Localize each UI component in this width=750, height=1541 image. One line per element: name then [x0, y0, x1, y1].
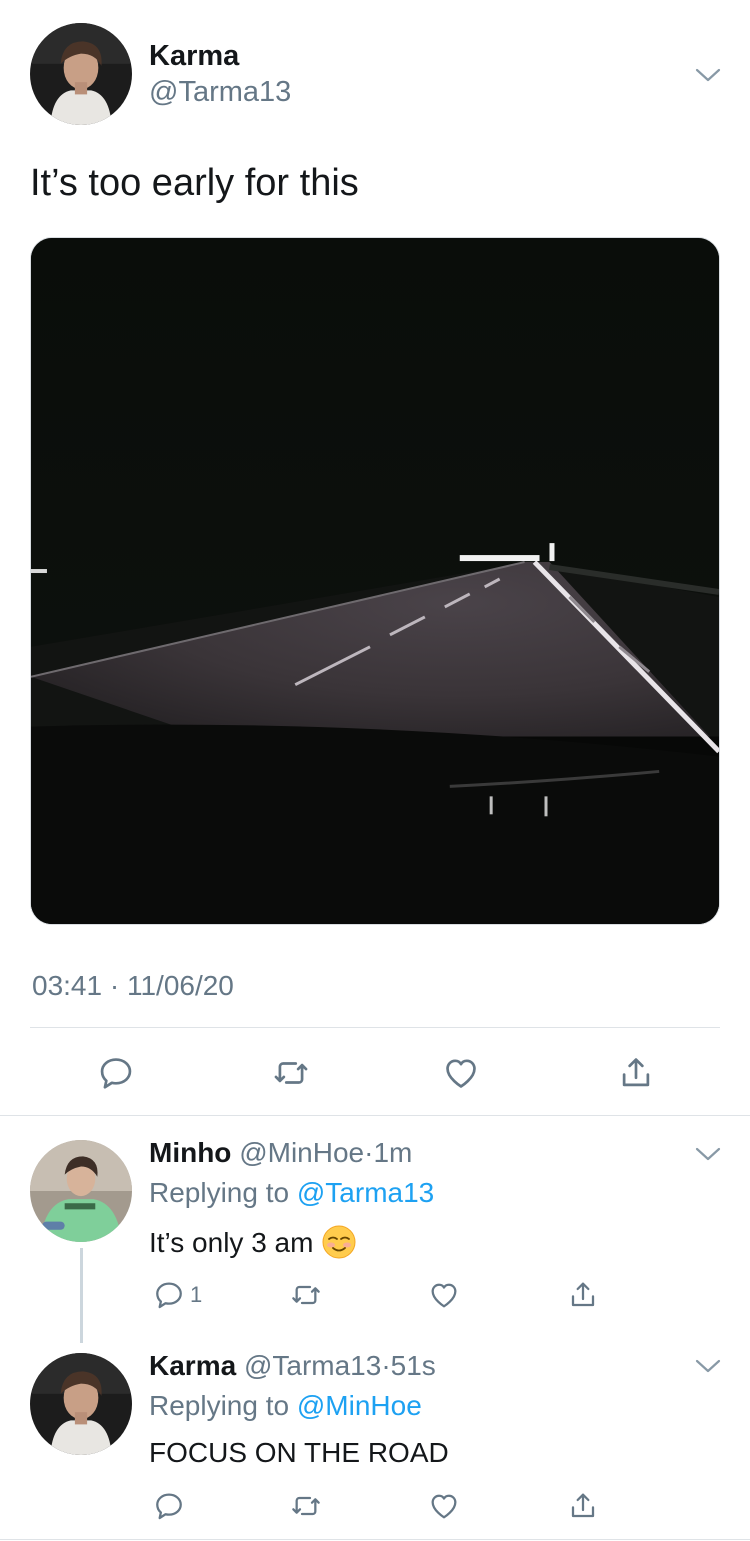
tweet-text: It’s too early for this	[30, 162, 359, 204]
share-button[interactable]	[615, 1052, 657, 1094]
divider	[30, 1027, 720, 1028]
retweet-button[interactable]	[285, 1274, 327, 1316]
night-road-image	[31, 238, 719, 924]
tweet-timestamp: 03:41 · 11/06/20	[32, 970, 234, 1002]
share-button[interactable]	[562, 1485, 604, 1527]
tweet-time: 03:41	[32, 970, 103, 1001]
reply-avatar[interactable]	[30, 1140, 132, 1242]
reply-header: Minho @MinHoe·1m	[149, 1137, 412, 1169]
replying-to-prefix: Replying to	[149, 1177, 290, 1208]
retweet-icon	[292, 1285, 320, 1305]
reply-age: 1m	[373, 1137, 413, 1168]
heart-icon	[431, 1494, 457, 1519]
like-button[interactable]	[423, 1485, 465, 1527]
share-icon	[571, 1282, 595, 1307]
like-button[interactable]	[440, 1052, 482, 1094]
replying-to: Replying to @Tarma13	[149, 1177, 434, 1209]
share-button[interactable]	[562, 1274, 604, 1316]
tweet-photo[interactable]	[30, 237, 720, 925]
reply-text: FOCUS ON THE ROAD	[149, 1437, 449, 1468]
share-icon	[571, 1493, 595, 1518]
reply-bubble-icon	[156, 1493, 182, 1520]
author-avatar-image	[30, 23, 132, 125]
reply-header: Karma @Tarma13·51s	[149, 1350, 436, 1382]
smiling-face-icon	[321, 1224, 357, 1260]
reply-text-content: It’s only 3 am	[149, 1227, 314, 1258]
reply-author-handle[interactable]: @MinHoe	[239, 1137, 364, 1168]
thread-connector-line	[80, 1248, 83, 1343]
heart-icon	[431, 1283, 457, 1308]
reply-author-name[interactable]: Minho	[149, 1137, 231, 1168]
retweet-icon	[274, 1062, 308, 1084]
replying-to-prefix: Replying to	[149, 1390, 290, 1421]
retweet-button[interactable]	[285, 1485, 327, 1527]
chevron-down-icon[interactable]	[694, 1357, 722, 1375]
reply-button[interactable]	[95, 1052, 137, 1094]
reply-button[interactable]	[148, 1485, 190, 1527]
reply-bubble-icon	[100, 1058, 132, 1089]
reply-dot: ·	[381, 1350, 391, 1381]
reply-author-handle[interactable]: @Tarma13	[244, 1350, 381, 1381]
share-icon	[622, 1058, 650, 1087]
reply-avatar-image	[30, 1140, 132, 1242]
replying-to-mention[interactable]: @MinHoe	[297, 1390, 422, 1421]
replying-to-mention[interactable]: @Tarma13	[297, 1177, 434, 1208]
author-avatar[interactable]	[30, 23, 132, 125]
reply-author-name[interactable]: Karma	[149, 1350, 236, 1381]
chevron-down-icon[interactable]	[694, 66, 722, 84]
heart-icon	[446, 1059, 476, 1088]
author-name[interactable]: Karma	[149, 40, 239, 73]
chevron-down-icon[interactable]	[694, 1145, 722, 1163]
reply-avatar[interactable]	[30, 1353, 132, 1455]
retweet-button[interactable]	[270, 1052, 312, 1094]
author-handle[interactable]: @Tarma13	[149, 76, 291, 109]
retweet-icon	[292, 1496, 320, 1516]
reply-button[interactable]	[148, 1274, 190, 1316]
divider	[0, 1115, 750, 1116]
reply-text: It’s only 3 am	[149, 1224, 357, 1260]
tweet-date: 11/06/20	[126, 970, 234, 1001]
reply-bubble-icon	[156, 1282, 182, 1309]
reply-avatar-image	[30, 1353, 132, 1455]
reply-age: 51s	[390, 1350, 436, 1381]
like-button[interactable]	[423, 1274, 465, 1316]
replying-to: Replying to @MinHoe	[149, 1390, 422, 1422]
reply-count: 1	[190, 1282, 203, 1307]
timestamp-separator: ·	[109, 970, 120, 1001]
divider	[0, 1539, 750, 1540]
